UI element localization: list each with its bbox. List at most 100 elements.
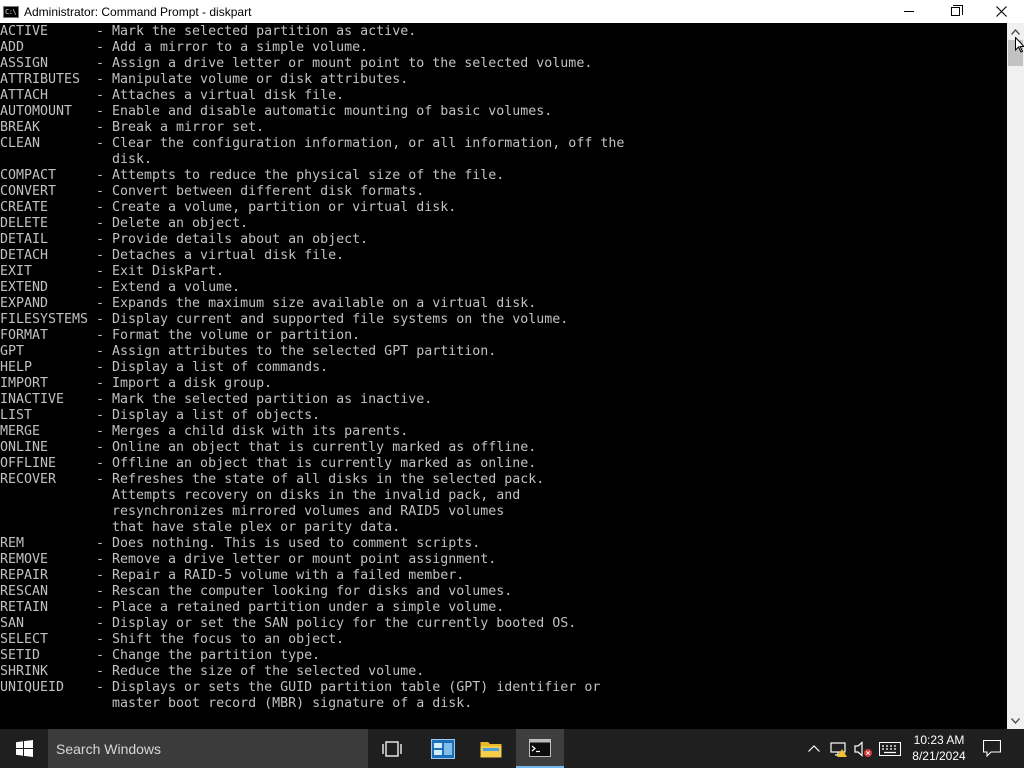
command-separator: -: [96, 72, 105, 87]
command-description: Rescan the computer looking for disks an…: [112, 584, 513, 599]
console-line: OFFLINE - Offline an object that is curren…: [0, 456, 624, 472]
command-name: ASSIGN: [0, 56, 49, 71]
vertical-scrollbar[interactable]: [1007, 23, 1024, 729]
console-line: SHRINK - Reduce the size of the selected v…: [0, 664, 624, 680]
command-separator: [96, 488, 112, 504]
restore-icon: [950, 5, 963, 16]
command-separator: -: [96, 584, 105, 599]
network-tray-button[interactable]: [828, 729, 850, 768]
taskbar-app-file-explorer[interactable]: [467, 729, 515, 768]
command-prompt-icon: C:\: [3, 5, 19, 18]
server-manager-icon: [431, 738, 455, 759]
command-separator: -: [96, 648, 105, 663]
command-description: Place a retained partition under a simpl…: [112, 600, 505, 615]
command-description: Format the volume or partition.: [112, 328, 361, 343]
console-line: ACTIVE - Mark the selected partition as ac…: [0, 24, 624, 40]
notification-icon: [983, 740, 1001, 757]
command-separator: -: [96, 40, 105, 55]
console-line: MERGE - Merges a child disk with its paren…: [0, 424, 624, 440]
action-center-button[interactable]: [980, 729, 1004, 768]
console-line: UNIQUEID - Displays or sets the GUID parti…: [0, 680, 624, 696]
command-description: Online an object that is currently marke…: [112, 440, 537, 455]
command-name: RETAIN: [0, 600, 49, 615]
command-description: Displays or sets the GUID partition tabl…: [112, 680, 601, 695]
console-line: EXTEND - Extend a volume.: [0, 280, 624, 296]
command-description: Break a mirror set.: [112, 120, 265, 135]
console-line: HELP - Display a list of commands.: [0, 360, 624, 376]
command-separator: [96, 520, 112, 536]
console-line: EXPAND - Expands the maximum size availabl…: [0, 296, 624, 312]
console-line: CREATE - Create a volume, partition or vir…: [0, 200, 624, 216]
console-line: SELECT - Shift the focus to an object.: [0, 632, 624, 648]
taskbar-app-command-prompt[interactable]: [516, 729, 564, 768]
console-line: REPAIR - Repair a RAID-5 volume with a fai…: [0, 568, 624, 584]
command-description: Add a mirror to a simple volume.: [112, 40, 369, 55]
show-hidden-icons-button[interactable]: [804, 729, 824, 768]
command-name: MERGE: [0, 424, 41, 439]
console-line: Attempts recovery on disks in the invali…: [0, 488, 624, 504]
window-title: Administrator: Command Prompt - diskpart: [24, 4, 252, 19]
command-description: resynchronizes mirrored volumes and RAID…: [112, 504, 505, 519]
console-output[interactable]: ACTIVE - Mark the selected partition as ac…: [0, 23, 1007, 729]
command-name: ATTACH: [0, 88, 49, 103]
console-line: ADD - Add a mirror to a simple volume.: [0, 40, 624, 56]
taskbar-clock[interactable]: 10:23 AM 8/21/2024: [906, 732, 972, 764]
command-separator: -: [96, 216, 105, 231]
command-name: [0, 696, 96, 712]
command-name: CONVERT: [0, 184, 57, 199]
console-line: INACTIVE - Mark the selected partition as …: [0, 392, 624, 408]
task-view-button[interactable]: [368, 729, 416, 768]
chevron-up-icon: [808, 745, 820, 752]
task-view-icon: [382, 740, 402, 757]
command-name: DELETE: [0, 216, 49, 231]
input-keyboard-button[interactable]: [877, 729, 903, 768]
title-bar[interactable]: C:\ Administrator: Command Prompt - disk…: [0, 0, 1024, 23]
command-separator: -: [96, 264, 105, 279]
command-separator: -: [96, 200, 105, 215]
chevron-down-icon: [1011, 717, 1020, 724]
command-name: CREATE: [0, 200, 49, 215]
console-line: DETACH - Detaches a virtual disk file.: [0, 248, 624, 264]
command-name: [0, 504, 96, 520]
scroll-down-button[interactable]: [1007, 712, 1024, 729]
command-name: ACTIVE: [0, 24, 49, 39]
command-name: [0, 152, 96, 168]
close-icon: [995, 6, 1007, 17]
command-name: RECOVER: [0, 472, 57, 487]
command-separator: -: [96, 680, 105, 695]
command-name: AUTOMOUNT: [0, 104, 73, 119]
command-separator: [96, 152, 112, 168]
command-description: Offline an object that is currently mark…: [112, 456, 537, 471]
console-line: RESCAN - Rescan the computer looking for d…: [0, 584, 624, 600]
console-line: REM - Does nothing. This is used to commen…: [0, 536, 624, 552]
command-description: Refreshes the state of all disks in the …: [112, 472, 545, 487]
command-description: Repair a RAID-5 volume with a failed mem…: [112, 568, 465, 583]
minimize-button[interactable]: [886, 0, 932, 23]
volume-tray-button[interactable]: [852, 729, 874, 768]
command-name: BREAK: [0, 120, 41, 135]
console-line: EXIT - Exit DiskPart.: [0, 264, 624, 280]
command-separator: -: [96, 328, 105, 343]
command-separator: -: [96, 232, 105, 247]
command-description: Assign a drive letter or mount point to …: [112, 56, 593, 71]
command-separator: [96, 504, 112, 520]
taskbar: Search Windows 10:23 AM 8/21/2024: [0, 729, 1024, 768]
command-separator: -: [96, 312, 105, 327]
command-description: Detaches a virtual disk file.: [112, 248, 345, 263]
command-name: OFFLINE: [0, 456, 57, 471]
command-description: Merges a child disk with its parents.: [112, 424, 409, 439]
command-description: Display current and supported file syste…: [112, 312, 569, 327]
command-separator: -: [96, 168, 105, 183]
close-button[interactable]: [978, 0, 1024, 23]
command-name: SAN: [0, 616, 25, 631]
command-description: Remove a drive letter or mount point ass…: [112, 552, 497, 567]
command-name: DETACH: [0, 248, 49, 263]
start-button[interactable]: [0, 729, 48, 768]
taskbar-app-server-manager[interactable]: [419, 729, 467, 768]
maximize-button[interactable]: [932, 0, 978, 23]
command-name: SETID: [0, 648, 41, 663]
search-box[interactable]: Search Windows: [48, 729, 368, 768]
command-description: Import a disk group.: [112, 376, 273, 391]
speaker-muted-icon: [854, 740, 872, 757]
command-separator: -: [96, 56, 105, 71]
